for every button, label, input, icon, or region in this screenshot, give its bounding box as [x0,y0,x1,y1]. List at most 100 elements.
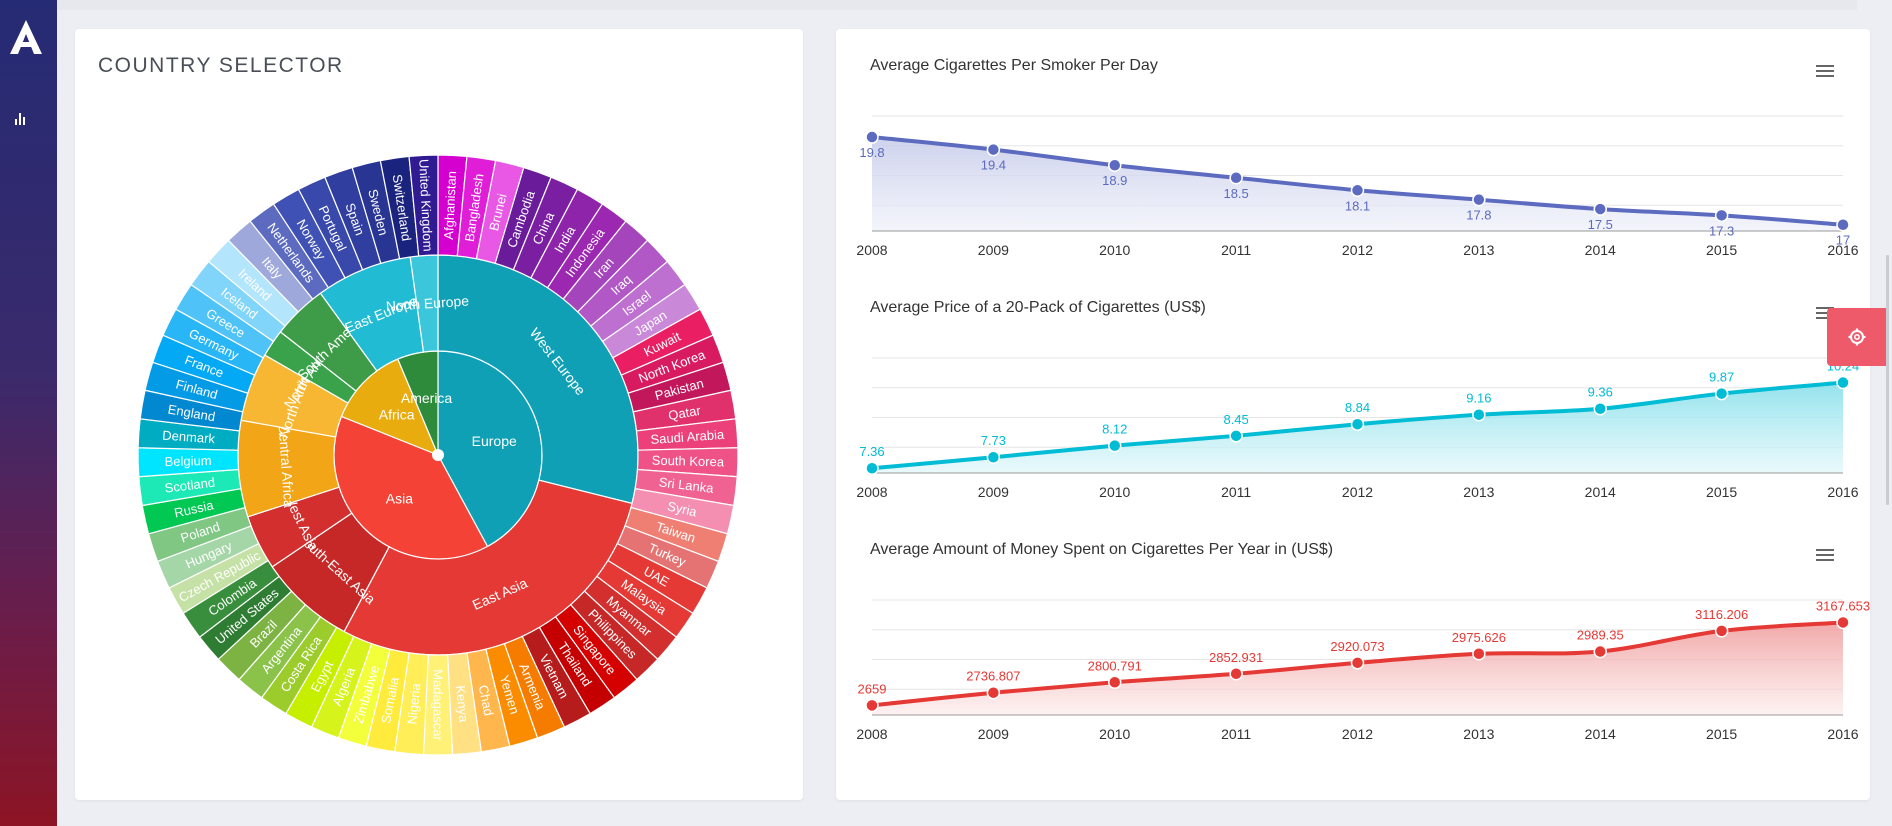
data-point[interactable] [865,698,879,713]
data-point[interactable] [1714,624,1729,638]
sidebar [0,0,57,826]
data-point[interactable] [1714,386,1729,401]
chart-title: Average Price of a 20-Pack of Cigarettes… [870,299,1206,316]
data-point[interactable] [1836,615,1850,630]
data-label: 17.5 [1588,217,1613,232]
country-sunburst-chart[interactable]: EuropeAsiaAfricaAmericaWest EuropeEast A… [75,29,803,800]
sunburst-label-africa: Africa [379,406,415,422]
x-tick-label: 2015 [1706,726,1737,742]
x-tick-label: 2014 [1585,242,1616,258]
data-label: 17.3 [1709,223,1734,238]
x-tick-label: 2016 [1827,242,1858,258]
x-tick-label: 2015 [1706,484,1737,500]
data-label: 2736.807 [966,669,1020,684]
sunburst-center-dot [432,449,444,461]
x-tick-label: 2008 [856,726,887,742]
data-label: 18.1 [1345,198,1370,213]
x-tick-label: 2009 [978,242,1009,258]
x-tick-label: 2011 [1221,484,1251,500]
data-label: 8.84 [1345,400,1370,415]
sunburst-label-south-korea: South Korea [652,453,725,470]
data-label: 2975.626 [1452,630,1506,645]
data-point[interactable] [1836,375,1850,390]
hamburger-menu-icon[interactable] [1816,65,1834,77]
data-label: 7.36 [859,444,884,459]
x-tick-label: 2008 [856,484,887,500]
x-tick-label: 2012 [1342,484,1373,500]
data-label: 2920.073 [1330,639,1384,654]
data-point[interactable] [1229,667,1243,681]
x-tick-label: 2013 [1463,726,1494,742]
area-chart-3: Average Amount of Money Spent on Cigaret… [856,541,1870,742]
data-point[interactable] [986,685,1001,700]
data-label: 18.9 [1102,173,1127,188]
x-tick-label: 2014 [1585,726,1616,742]
sunburst-label-madagascar: Madagascar [431,669,446,741]
data-point[interactable] [1350,417,1365,431]
sunburst-label-belgium: Belgium [164,453,211,469]
x-tick-label: 2011 [1221,242,1251,258]
x-tick-label: 2011 [1221,726,1251,742]
data-label: 2989.35 [1577,628,1624,643]
data-point[interactable] [986,450,1001,464]
data-point[interactable] [986,142,1001,157]
data-point[interactable] [865,461,879,475]
data-label: 18.5 [1223,186,1248,201]
sunburst-label-asia: Asia [386,490,413,506]
x-tick-label: 2008 [856,242,887,258]
x-tick-label: 2009 [978,484,1009,500]
data-label: 2852.931 [1209,650,1263,665]
top-strip [57,0,1857,10]
data-label: 9.16 [1466,391,1491,406]
data-point[interactable] [1593,401,1607,416]
data-point[interactable] [1108,158,1122,172]
x-tick-label: 2016 [1827,726,1858,742]
settings-button[interactable] [1827,308,1887,366]
data-point[interactable] [1593,644,1607,659]
x-tick-label: 2013 [1463,242,1494,258]
x-tick-label: 2009 [978,726,1009,742]
hamburger-menu-icon[interactable] [1816,549,1834,561]
line-charts-panel: Average Cigarettes Per Smoker Per Day 19.… [856,57,1870,742]
data-point[interactable] [1229,429,1243,443]
x-tick-label: 2016 [1827,484,1858,500]
x-tick-label: 2014 [1585,484,1616,500]
sunburst-label-america: America [401,390,453,406]
country-selector-card: COUNTRY SELECTOR Europe Asia Africa America… [75,29,803,800]
data-label: 8.45 [1223,412,1248,427]
data-point[interactable] [1350,183,1365,198]
data-label: 2800.791 [1088,658,1142,673]
area-chart-2: Average Price of a 20-Pack of Cigarettes… [856,299,1859,500]
x-tick-label: 2015 [1706,242,1737,258]
gear-icon [1848,328,1866,346]
data-point[interactable] [1108,675,1122,690]
data-point[interactable] [1350,656,1365,670]
data-label: 3116.206 [1695,607,1748,622]
data-point[interactable] [1714,208,1729,223]
data-label: 17.8 [1466,208,1491,223]
x-tick-label: 2010 [1099,726,1130,742]
data-label: 9.87 [1709,370,1734,385]
data-point[interactable] [1108,438,1122,453]
data-point[interactable] [1472,192,1486,207]
area-chart-1: Average Cigarettes Per Smoker Per Day 19.… [856,57,1858,258]
data-point[interactable] [865,130,879,144]
x-tick-label: 2010 [1099,242,1130,258]
page-scrollbar[interactable] [1886,255,1889,505]
data-label: 19.8 [859,145,884,160]
sunburst-label-europe: Europe [472,433,517,449]
data-label: 3167.653 [1816,598,1870,613]
data-point[interactable] [1836,217,1850,232]
data-point[interactable] [1472,647,1486,661]
brand-a-logo-icon[interactable] [6,18,46,58]
data-point[interactable] [1593,202,1607,216]
x-tick-label: 2010 [1099,484,1130,500]
chart-title: Average Amount of Money Spent on Cigaret… [870,541,1333,558]
x-tick-label: 2013 [1463,484,1494,500]
data-point[interactable] [1472,407,1486,422]
data-label: 19.4 [981,158,1006,173]
data-point[interactable] [1229,171,1243,185]
x-tick-label: 2012 [1342,242,1373,258]
bar-chart-icon[interactable] [14,110,30,126]
charts-card: Average Cigarettes Per Smoker Per Day 19.… [836,29,1870,800]
